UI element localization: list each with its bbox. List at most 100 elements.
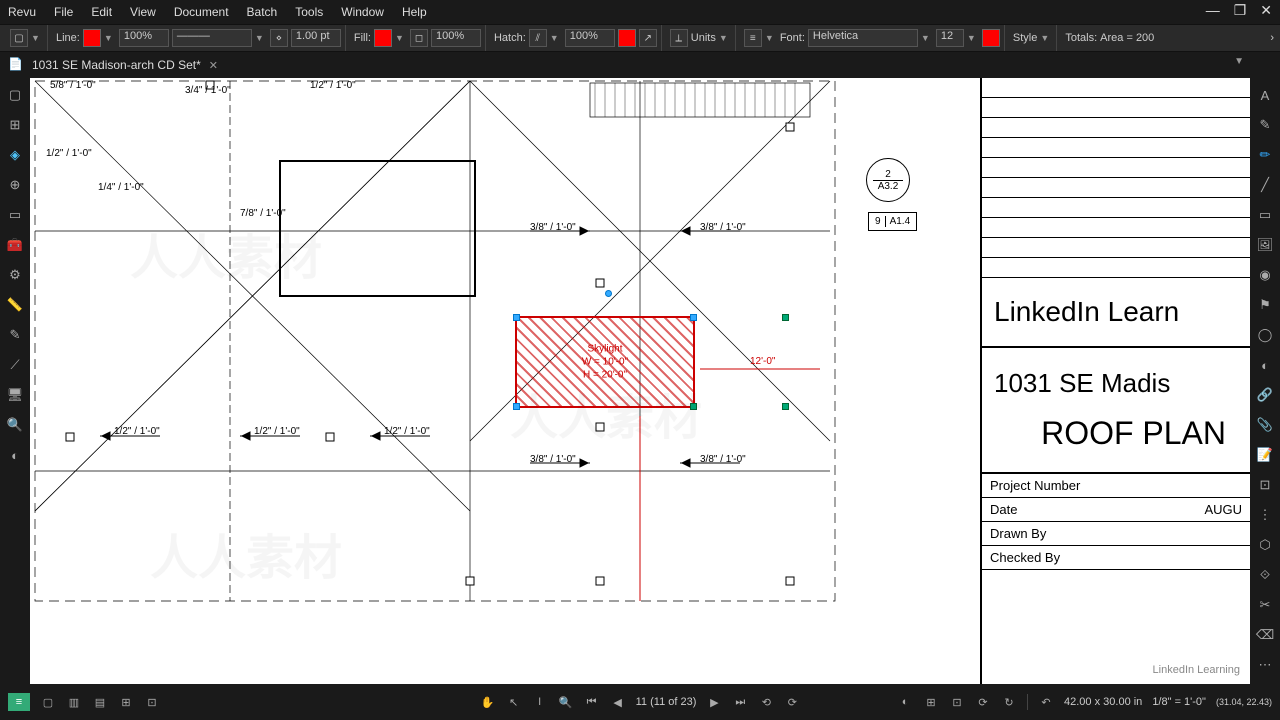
- toolchest-icon[interactable]: 🧰: [6, 236, 24, 254]
- forms-icon[interactable]: ⟋: [6, 356, 24, 374]
- eraser-icon[interactable]: ⌫: [1256, 626, 1274, 644]
- undo-icon[interactable]: ↶: [1038, 694, 1054, 710]
- tab-close-icon[interactable]: ✕: [209, 59, 218, 72]
- chevron-down-icon[interactable]: ▼: [550, 33, 562, 43]
- menu-batch[interactable]: Batch: [247, 5, 278, 19]
- markups-list-icon[interactable]: ≡: [8, 693, 30, 711]
- fill-opacity-select[interactable]: 100%: [431, 29, 481, 47]
- menu-file[interactable]: File: [54, 5, 73, 19]
- single-page-icon[interactable]: ▢: [40, 694, 56, 710]
- line-opacity-select[interactable]: 100%: [119, 29, 169, 47]
- count-icon[interactable]: ⬡: [1256, 536, 1274, 554]
- skylight-markup[interactable]: Skylight W = 10'-0" H = 20'-0": [515, 316, 695, 408]
- hatch-scale-icon[interactable]: ↗: [639, 29, 657, 47]
- highlight-icon[interactable]: ✎: [1256, 116, 1274, 134]
- resize-handle[interactable]: [513, 314, 520, 321]
- menu-revu[interactable]: Revu: [8, 5, 36, 19]
- hatch-pattern-icon[interactable]: ⫽: [529, 29, 547, 47]
- measurements-icon[interactable]: 📏: [6, 296, 24, 314]
- file-access-icon[interactable]: ▢: [6, 86, 24, 104]
- continuous-icon[interactable]: ⊡: [144, 694, 160, 710]
- next-page-icon[interactable]: ▶: [706, 694, 722, 710]
- next-view-icon[interactable]: ⟳: [784, 694, 800, 710]
- menu-document[interactable]: Document: [174, 5, 229, 19]
- scale[interactable]: 1/8" = 1'-0": [1152, 696, 1206, 708]
- font-color-swatch[interactable]: [982, 29, 1000, 47]
- font-select[interactable]: Helvetica: [808, 29, 918, 47]
- prev-view-icon[interactable]: ⟲: [758, 694, 774, 710]
- split-horizontal-icon[interactable]: ▤: [92, 694, 108, 710]
- last-page-icon[interactable]: ⏭: [732, 694, 748, 710]
- chevron-down-icon[interactable]: ▼: [255, 33, 267, 43]
- rectangle-icon[interactable]: ▭: [1256, 206, 1274, 224]
- spaces-icon[interactable]: ⊕: [6, 176, 24, 194]
- grid-icon[interactable]: ⊞: [923, 694, 939, 710]
- cloud-icon[interactable]: ◯: [1256, 326, 1274, 344]
- pan-icon[interactable]: ✋: [480, 694, 496, 710]
- tab-menu-icon[interactable]: ▼: [1234, 56, 1244, 67]
- pen-icon[interactable]: ✏: [1256, 146, 1274, 164]
- thumbnails-icon[interactable]: ⊞: [6, 116, 24, 134]
- layers-icon[interactable]: ◈: [6, 146, 24, 164]
- font-size-input[interactable]: 12: [936, 29, 964, 47]
- fill-color-swatch[interactable]: [374, 29, 392, 47]
- tab-document[interactable]: 1031 SE Madison-arch CD Set*: [32, 58, 201, 72]
- zoom-icon[interactable]: 🔍: [558, 694, 574, 710]
- studio-icon[interactable]: 🖥: [6, 386, 24, 404]
- reuse-icon[interactable]: ↻: [1001, 694, 1017, 710]
- close-button[interactable]: ✕: [1260, 2, 1272, 19]
- resize-handle[interactable]: [782, 314, 789, 321]
- toolbar-overflow-icon[interactable]: ›: [1270, 32, 1274, 44]
- chevron-down-icon[interactable]: ▼: [765, 33, 777, 43]
- minimize-button[interactable]: —: [1206, 2, 1220, 19]
- profile-icon[interactable]: ▢: [10, 29, 28, 47]
- text-tool-icon[interactable]: A: [1256, 86, 1274, 104]
- rotate-handle[interactable]: [605, 290, 612, 297]
- resize-handle[interactable]: [690, 403, 697, 410]
- menu-tools[interactable]: Tools: [295, 5, 323, 19]
- chevron-down-icon[interactable]: ▼: [104, 33, 116, 43]
- chevron-down-icon[interactable]: ▼: [1040, 33, 1052, 43]
- menu-view[interactable]: View: [130, 5, 156, 19]
- line-end-icon[interactable]: ⋄: [270, 29, 288, 47]
- main-drawing-area[interactable]: 1/2" / 1'-0" 1/4" / 1'-0" 1/2" / 1'-0" 1…: [30, 78, 1250, 684]
- menu-window[interactable]: Window: [341, 5, 384, 19]
- maximize-button[interactable]: ❐: [1234, 2, 1247, 19]
- line-weight-input[interactable]: 1.00 pt: [291, 29, 341, 47]
- more-icon[interactable]: ⋯: [1256, 656, 1274, 674]
- chevron-down-icon[interactable]: ▼: [921, 33, 933, 43]
- signatures-icon[interactable]: ✎: [6, 326, 24, 344]
- cut-icon[interactable]: ✂: [1256, 596, 1274, 614]
- sets-icon[interactable]: ◐: [6, 446, 24, 464]
- text-select-icon[interactable]: I: [532, 694, 548, 710]
- line-color-swatch[interactable]: [83, 29, 101, 47]
- attachment-icon[interactable]: 📎: [1256, 416, 1274, 434]
- sync-icon[interactable]: ⟳: [975, 694, 991, 710]
- stamp-icon[interactable]: ◉: [1256, 266, 1274, 284]
- hatch-color-swatch[interactable]: [618, 29, 636, 47]
- resize-handle[interactable]: [513, 403, 520, 410]
- chevron-down-icon[interactable]: ▼: [719, 33, 731, 43]
- resize-handle[interactable]: [690, 314, 697, 321]
- fill-none-icon[interactable]: ◻: [410, 29, 428, 47]
- dimmer-icon[interactable]: ◐: [897, 694, 913, 710]
- markup-icon[interactable]: ▭: [6, 206, 24, 224]
- chevron-down-icon[interactable]: ▼: [967, 33, 979, 43]
- page-info[interactable]: 11 (11 of 23): [636, 696, 697, 708]
- prev-page-icon[interactable]: ◀: [610, 694, 626, 710]
- callout-icon[interactable]: ◐: [1256, 356, 1274, 374]
- split-vertical-icon[interactable]: ▥: [66, 694, 82, 710]
- first-page-icon[interactable]: ⏮: [584, 694, 600, 710]
- chevron-down-icon[interactable]: ▼: [31, 33, 43, 43]
- search-icon[interactable]: 🔍: [6, 416, 24, 434]
- multi-page-icon[interactable]: ⊞: [118, 694, 134, 710]
- menu-help[interactable]: Help: [402, 5, 427, 19]
- hyperlink-icon[interactable]: 🔗: [1256, 386, 1274, 404]
- snap-icon[interactable]: ⊡: [949, 694, 965, 710]
- menu-edit[interactable]: Edit: [91, 5, 112, 19]
- chevron-down-icon[interactable]: ▼: [395, 33, 407, 43]
- group-icon[interactable]: ⊡: [1256, 476, 1274, 494]
- line-tool-icon[interactable]: ╱: [1256, 176, 1274, 194]
- select-icon[interactable]: ↖: [506, 694, 522, 710]
- sequence-icon[interactable]: ⋮: [1256, 506, 1274, 524]
